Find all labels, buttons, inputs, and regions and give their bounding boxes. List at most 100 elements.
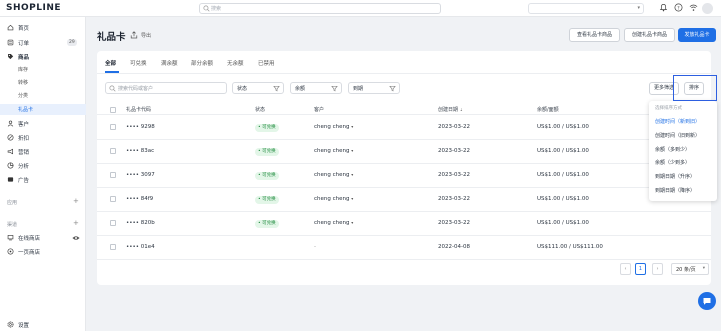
sidebar-item-products[interactable]: 商品 <box>0 51 86 62</box>
sidebar-subitem-transfers[interactable]: 转移 <box>0 77 86 88</box>
bell-icon[interactable] <box>659 3 668 12</box>
tab-full-balance[interactable]: 满余额 <box>161 59 178 67</box>
created-date: 2023-03-22 <box>438 196 470 202</box>
sort-option-balance-desc[interactable]: 余额（多到少） <box>655 146 690 153</box>
expiry-filter[interactable]: 到期 <box>348 82 400 94</box>
sidebar-subitem-inventory[interactable]: 库存 <box>0 64 86 75</box>
table-row[interactable]: •••• 9298 • 可兑换 cheng cheng ▾ 2023-03-22… <box>97 116 711 140</box>
sort-option-created-oldest[interactable]: 创建时间（旧到新） <box>655 132 700 139</box>
row-checkbox[interactable] <box>110 196 116 202</box>
column-header-created[interactable]: 创建日期 ⇣ <box>438 106 463 113</box>
top-bar: SHOPLINE 搜索 ▾ ? <box>0 0 721 17</box>
column-header-code[interactable]: 礼品卡代码 <box>126 106 151 113</box>
prev-page-button[interactable]: ‹ <box>620 263 631 275</box>
tab-partial-balance[interactable]: 部分余额 <box>191 59 213 67</box>
view-gift-card-products-button[interactable]: 查看礼品卡商品 <box>569 28 620 42</box>
sidebar-item-label: 营销 <box>18 150 30 156</box>
chevron-down-icon: ▾ <box>637 5 640 11</box>
gift-card-code[interactable]: •••• 3097 <box>126 172 155 178</box>
store-selector[interactable]: ▾ <box>528 3 644 14</box>
customer-name: cheng cheng <box>314 124 350 130</box>
avatar[interactable] <box>702 3 713 14</box>
sidebar-subitem-label: 礼品卡 <box>18 107 34 113</box>
sidebar-item-settings[interactable]: 设置 <box>0 319 86 330</box>
select-all-checkbox[interactable] <box>110 107 116 113</box>
column-header-balance: 余额/面额 <box>537 107 559 113</box>
table-row[interactable]: •••• 3097 • 可兑换 cheng cheng ▾ 2023-03-22… <box>97 164 711 188</box>
sort-option-expiry-desc[interactable]: 到期日期（降序） <box>655 187 695 194</box>
status-filter[interactable]: 状态 <box>232 82 284 94</box>
customer-dropdown[interactable]: cheng cheng ▾ <box>314 148 353 154</box>
global-search-input[interactable]: 搜索 <box>199 3 441 14</box>
sort-option-created-newest[interactable]: 创建时间（新到旧） <box>655 118 700 125</box>
tab-no-balance[interactable]: 无余额 <box>227 59 244 67</box>
discount-icon <box>7 134 14 141</box>
tab-disabled[interactable]: 已禁用 <box>258 59 275 67</box>
wifi-icon[interactable] <box>689 3 698 12</box>
per-page-select[interactable]: 20 条/页 ▾ <box>671 263 709 275</box>
sidebar-subitem-label: 库存 <box>18 67 29 73</box>
page-1-button[interactable]: 1 <box>635 263 646 275</box>
next-page-button[interactable]: › <box>652 263 663 275</box>
row-checkbox[interactable] <box>110 124 116 130</box>
sidebar-item-discounts[interactable]: 折扣 <box>0 132 86 143</box>
sidebar-subitem-categories[interactable]: 分类 <box>0 90 86 101</box>
gift-card-search-input[interactable]: 搜索代码或客户 <box>105 82 227 94</box>
sidebar-item-label: 商品 <box>18 55 30 61</box>
sort-option-balance-asc[interactable]: 余额（少到多） <box>655 159 690 166</box>
add-app-plus-icon[interactable]: + <box>73 197 79 205</box>
customer-dropdown[interactable]: cheng cheng ▾ <box>314 196 353 202</box>
gift-card-code[interactable]: •••• 84f9 <box>126 196 153 202</box>
gift-card-code[interactable]: •••• 820b <box>126 220 155 226</box>
shopline-logo[interactable]: SHOPLINE <box>6 3 61 13</box>
user-icon <box>7 120 14 127</box>
customer-dropdown[interactable]: cheng cheng ▾ <box>314 124 353 130</box>
sort-option-expiry-asc[interactable]: 到期日期（升序） <box>655 173 695 180</box>
column-header-label: 创建日期 <box>438 107 459 113</box>
customer-dropdown[interactable]: cheng cheng ▾ <box>314 220 353 226</box>
eye-icon[interactable] <box>72 235 80 241</box>
sidebar-item-marketing[interactable]: 营销 <box>0 146 86 157</box>
tabs-divider <box>97 73 711 74</box>
customer-dropdown[interactable]: cheng cheng ▾ <box>314 172 353 178</box>
row-checkbox[interactable] <box>110 172 116 178</box>
sidebar-item-orders[interactable]: 订单 29 <box>0 37 86 48</box>
help-icon[interactable]: ? <box>674 3 683 12</box>
tab-all[interactable]: 全部 <box>105 59 116 67</box>
status-badge: • 可兑换 <box>255 172 279 180</box>
create-gift-card-product-button[interactable]: 创建礼品卡商品 <box>624 28 675 42</box>
row-checkbox[interactable] <box>110 244 116 250</box>
balance-filter[interactable]: 余额 <box>290 82 342 94</box>
table-row[interactable]: •••• 01e4 - 2022-04-08 US$111.00 / US$11… <box>97 236 711 260</box>
table-header <box>97 102 711 115</box>
chat-support-button[interactable] <box>698 292 716 310</box>
row-checkbox[interactable] <box>110 148 116 154</box>
sidebar-item-label: 折扣 <box>18 136 30 142</box>
export-icon[interactable] <box>130 31 138 39</box>
gift-card-code[interactable]: •••• 01e4 <box>126 244 155 250</box>
issue-gift-card-button[interactable]: 发放礼品卡 <box>678 28 716 42</box>
page-title: 礼品卡 <box>97 32 126 43</box>
table-row[interactable]: •••• 84f9 • 可兑换 cheng cheng ▾ 2023-03-22… <box>97 188 711 212</box>
gift-card-code[interactable]: •••• 83ac <box>126 148 154 154</box>
sidebar-item-home[interactable]: 首页 <box>0 22 86 33</box>
row-checkbox[interactable] <box>110 220 116 226</box>
svg-text:?: ? <box>677 5 680 11</box>
customer-name: - <box>314 244 316 250</box>
gift-card-code[interactable]: •••• 9298 <box>126 124 155 130</box>
export-button[interactable]: 导出 <box>141 32 151 39</box>
filter-label: 余额 <box>295 86 306 92</box>
sidebar-item-customers[interactable]: 客户 <box>0 118 86 129</box>
section-header-apps: 应用 <box>7 200 18 206</box>
status-badge: • 可兑换 <box>255 148 279 156</box>
table-row[interactable]: •••• 820b • 可兑换 cheng cheng ▾ 2023-03-22… <box>97 212 711 236</box>
tab-redeemable[interactable]: 可兑换 <box>130 59 147 67</box>
sidebar-item-one-page-store[interactable]: 一页商店 <box>0 246 86 257</box>
table-row[interactable]: •••• 83ac • 可兑换 cheng cheng ▾ 2023-03-22… <box>97 140 711 164</box>
onepage-icon <box>7 248 14 255</box>
sidebar-item-ads[interactable]: 广告 <box>0 174 86 185</box>
sidebar-subitem-gift-cards[interactable]: 礼品卡 <box>0 104 86 115</box>
sidebar-item-analytics[interactable]: 分析 <box>0 160 86 171</box>
created-date: 2022-04-08 <box>438 244 470 250</box>
add-channel-plus-icon[interactable]: + <box>73 219 79 227</box>
